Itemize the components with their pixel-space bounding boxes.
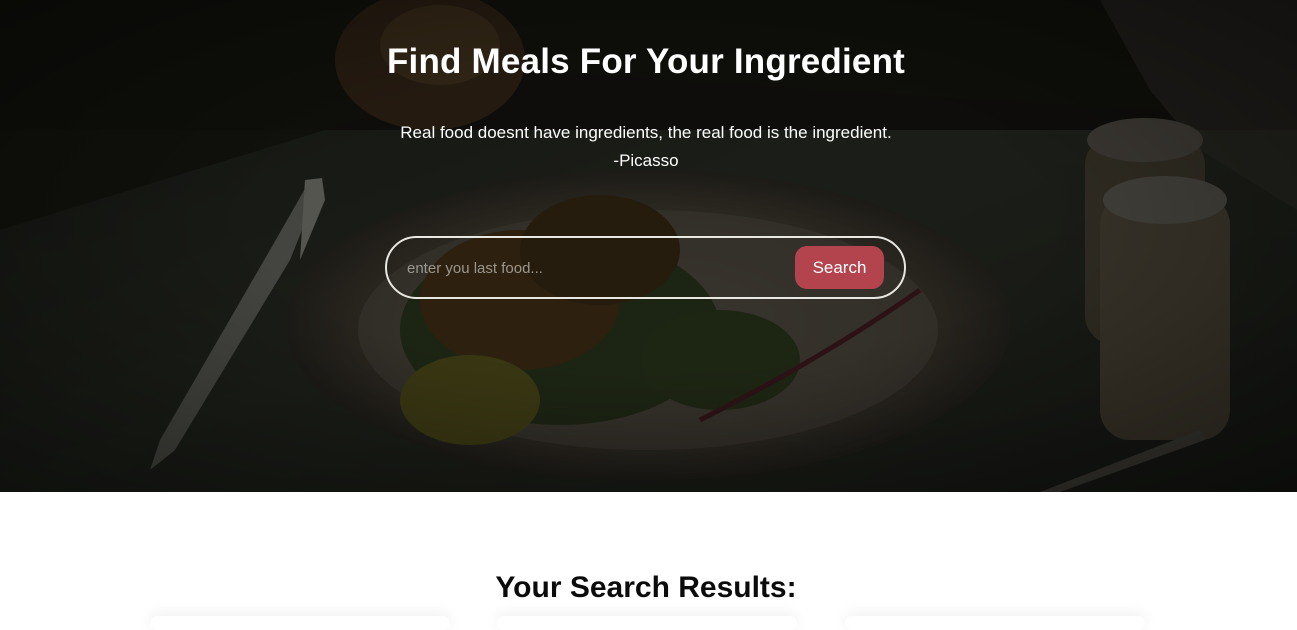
hero-quote: Real food doesnt have ingredients, the r…: [0, 119, 1292, 175]
search-form: Search: [385, 236, 906, 299]
page-title: Find Meals For Your Ingredient: [386, 42, 906, 81]
quote-author: -Picasso: [613, 151, 679, 170]
hero-section: Find Meals For Your Ingredient Real food…: [0, 0, 1297, 492]
results-heading: Your Search Results:: [495, 571, 797, 604]
search-input[interactable]: [407, 256, 787, 280]
quote-text: Real food doesnt have ingredients, the r…: [400, 123, 892, 142]
search-button[interactable]: Search: [795, 246, 884, 289]
